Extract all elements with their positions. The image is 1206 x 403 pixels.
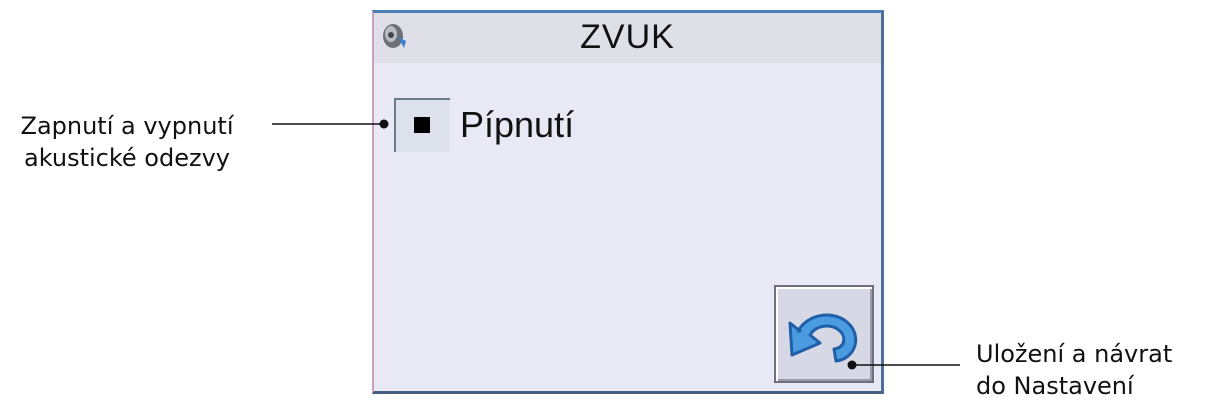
- leader-dot-back: [847, 360, 857, 370]
- callout-save-line-2: do Nastavení: [976, 372, 1134, 400]
- callout-save-line-1: Uložení a návrat: [976, 340, 1173, 368]
- callout-save-return: Uložení a návrat do Nastavení: [976, 338, 1172, 402]
- callout-beep-line-2: akustické odezvy: [24, 144, 230, 172]
- leader-dot-beep: [379, 119, 389, 129]
- callout-beep-toggle: Zapnutí a vypnutí akustické odezvy: [2, 110, 252, 174]
- callout-beep-line-1: Zapnutí a vypnutí: [20, 112, 234, 140]
